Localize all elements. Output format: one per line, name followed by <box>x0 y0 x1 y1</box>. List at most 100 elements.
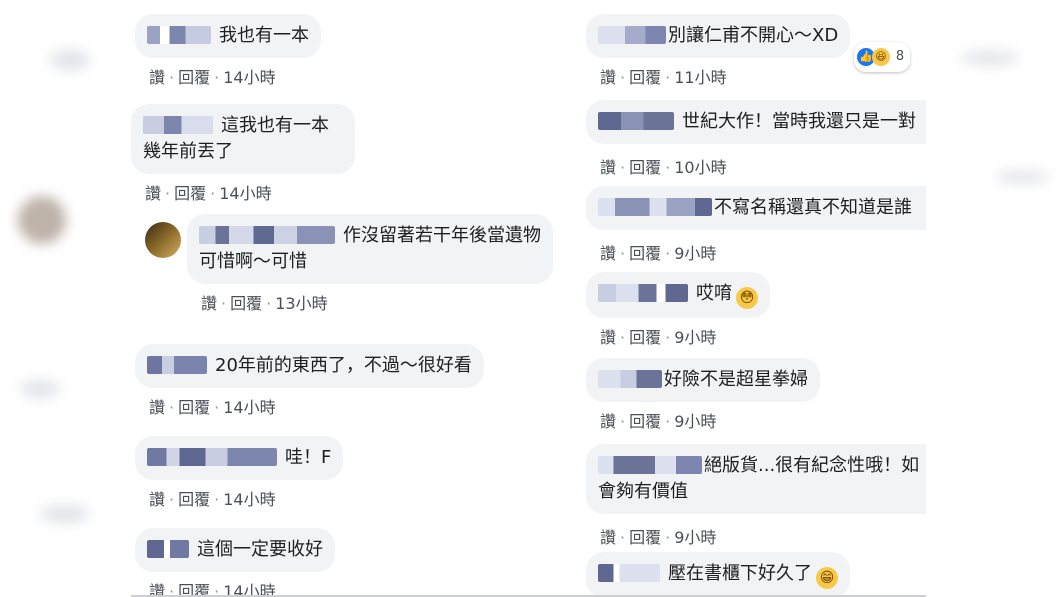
background-blur-left-2 <box>50 50 90 70</box>
comment-text-line2: 可惜啊～可惜 <box>199 251 307 272</box>
like-link[interactable]: 讚 <box>600 240 616 264</box>
background-blur-right-1 <box>960 50 1020 66</box>
separator: · <box>620 328 626 347</box>
avatar[interactable] <box>145 222 181 258</box>
author-name-blurred[interactable] <box>147 26 211 44</box>
like-link[interactable]: 讚 <box>149 394 165 418</box>
timestamp[interactable]: 10小時 <box>674 154 726 178</box>
separator: · <box>214 68 220 87</box>
author-name-blurred[interactable] <box>147 356 207 374</box>
timestamp[interactable]: 14小時 <box>219 180 271 204</box>
comment-bubble: 別讓仁甫不開心～XD 👍 😆 8 <box>586 14 911 72</box>
separator: · <box>165 184 171 203</box>
comment-bubble: 這我也有一本 幾年前丟了 <box>131 104 355 174</box>
separator: · <box>266 294 272 313</box>
comment-item: 這個一定要收好 讚 · 回覆 · 14小時 <box>135 528 335 596</box>
comment-actions: 讚 · 回覆 · 13小時 <box>187 290 553 314</box>
reply-link[interactable]: 回覆 <box>178 64 210 88</box>
like-link[interactable]: 讚 <box>600 324 616 348</box>
like-link[interactable]: 讚 <box>600 154 616 178</box>
like-link[interactable]: 讚 <box>201 290 217 314</box>
separator: · <box>620 68 626 87</box>
like-link[interactable]: 讚 <box>149 64 165 88</box>
comment-text: 壓在書櫃下好久了 <box>668 563 812 584</box>
comment-bubble: 壓在書櫃下好久了 😁 <box>586 552 850 596</box>
reply-link[interactable]: 回覆 <box>629 324 661 348</box>
reply-link[interactable]: 回覆 <box>629 524 661 548</box>
timestamp[interactable]: 14小時 <box>223 486 275 510</box>
author-name-blurred[interactable] <box>147 448 277 466</box>
comment-item: 我也有一本 讚 · 回覆 · 14小時 <box>135 14 321 88</box>
timestamp[interactable]: 11小時 <box>674 64 726 88</box>
comment-text: 世紀大作！當時我還只是一對 <box>682 111 916 132</box>
comment-text: 哎唷 <box>696 283 732 304</box>
comment-item: 作沒留著若干年後當遺物 可惜啊～可惜 讚 · 回覆 · 13小時 <box>187 214 553 314</box>
reply-link[interactable]: 回覆 <box>629 240 661 264</box>
comment-item: 壓在書櫃下好久了 😁 <box>586 552 850 596</box>
timestamp[interactable]: 9小時 <box>674 324 716 348</box>
separator: · <box>169 68 175 87</box>
comments-panel: 我也有一本 讚 · 回覆 · 14小時 這我也有一本 幾年前丟了 讚 · 回覆 · 14小時 作… <box>131 0 926 597</box>
like-link[interactable]: 讚 <box>600 524 616 548</box>
comment-item: 哎唷 😳 讚 · 回覆 · 9小時 <box>586 272 770 348</box>
comment-actions: 讚 · 回覆 · 9小時 <box>586 324 770 348</box>
comment-item: 不寫名稱還真不知道是誰 讚 · 回覆 · 9小時 <box>586 186 926 264</box>
separator: · <box>665 244 671 263</box>
reply-link[interactable]: 回覆 <box>629 408 661 432</box>
comment-bubble: 20年前的東西了，不過～很好看 <box>135 344 484 388</box>
comment-actions: 讚 · 回覆 · 9小時 <box>586 408 820 432</box>
comment-text: 作沒留著若干年後當遺物 <box>343 225 541 246</box>
timestamp[interactable]: 14小時 <box>223 64 275 88</box>
reaction-summary[interactable]: 👍 😆 8 <box>853 42 911 72</box>
comment-bubble: 不寫名稱還真不知道是誰 <box>586 186 926 230</box>
separator: · <box>665 412 671 431</box>
timestamp[interactable]: 9小時 <box>674 524 716 548</box>
comment-text: 不寫名稱還真不知道是誰 <box>714 197 912 218</box>
author-name-blurred[interactable] <box>598 198 712 216</box>
comment-bubble: 哎唷 😳 <box>586 272 770 318</box>
timestamp[interactable]: 9小時 <box>674 240 716 264</box>
separator: · <box>210 184 216 203</box>
timestamp[interactable]: 14小時 <box>223 394 275 418</box>
author-name-blurred[interactable] <box>147 540 189 558</box>
separator: · <box>214 490 220 509</box>
background-blur-left-4 <box>40 505 90 523</box>
comment-bubble: 這個一定要收好 <box>135 528 335 572</box>
comment-text: 哇！F <box>285 447 332 468</box>
like-link[interactable]: 讚 <box>149 486 165 510</box>
author-name-blurred[interactable] <box>598 284 688 302</box>
reply-link[interactable]: 回覆 <box>178 394 210 418</box>
comment-item: 別讓仁甫不開心～XD 👍 😆 8 讚 · 回覆 · 11小時 <box>586 14 911 88</box>
reply-link[interactable]: 回覆 <box>174 180 206 204</box>
separator: · <box>620 528 626 547</box>
author-name-blurred[interactable] <box>199 226 335 244</box>
author-name-blurred[interactable] <box>143 116 213 134</box>
timestamp[interactable]: 9小時 <box>674 408 716 432</box>
comment-actions: 讚 · 回覆 · 10小時 <box>586 154 926 178</box>
reply-link[interactable]: 回覆 <box>629 154 661 178</box>
author-name-blurred[interactable] <box>598 370 662 388</box>
comment-actions: 讚 · 回覆 · 14小時 <box>135 64 321 88</box>
comment-actions: 讚 · 回覆 · 14小時 <box>135 394 484 418</box>
like-link[interactable]: 讚 <box>145 180 161 204</box>
grinning-emoji-icon: 😁 <box>816 567 838 589</box>
comment-text: 20年前的東西了，不過～很好看 <box>215 355 472 376</box>
comment-actions: 讚 · 回覆 · 11小時 <box>586 64 850 88</box>
reply-link[interactable]: 回覆 <box>230 290 262 314</box>
author-name-blurred[interactable] <box>598 112 674 130</box>
like-link[interactable]: 讚 <box>600 64 616 88</box>
timestamp[interactable]: 13小時 <box>275 290 327 314</box>
comment-bubble: 作沒留著若干年後當遺物 可惜啊～可惜 <box>187 214 553 284</box>
comment-actions: 讚 · 回覆 · 14小時 <box>131 180 355 204</box>
comment-item: 好險不是超星拳婦 讚 · 回覆 · 9小時 <box>586 358 820 432</box>
reply-link[interactable]: 回覆 <box>629 64 661 88</box>
reply-link[interactable]: 回覆 <box>178 486 210 510</box>
author-name-blurred[interactable] <box>598 456 702 474</box>
comment-actions: 讚 · 回覆 · 9小時 <box>586 524 926 548</box>
separator: · <box>620 158 626 177</box>
author-name-blurred[interactable] <box>598 564 660 582</box>
like-link[interactable]: 讚 <box>600 408 616 432</box>
comment-bubble: 我也有一本 <box>135 14 321 58</box>
author-name-blurred[interactable] <box>598 26 666 44</box>
separator: · <box>169 490 175 509</box>
